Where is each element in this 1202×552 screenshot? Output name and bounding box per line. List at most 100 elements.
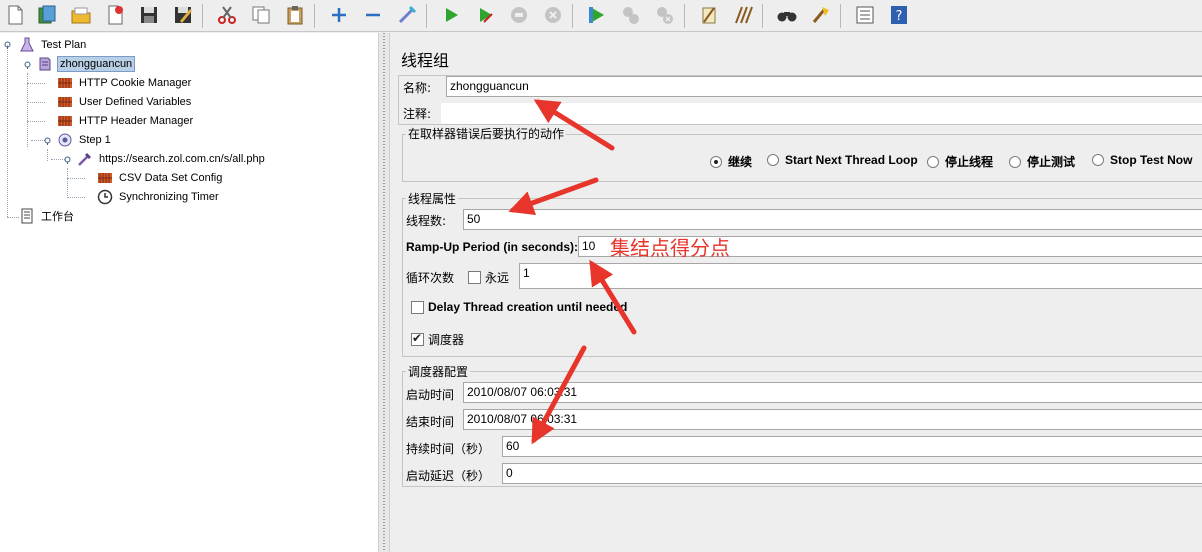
threads-field[interactable]: 50 [463, 209, 1202, 230]
paste-icon[interactable] [282, 2, 308, 28]
collapse-icon[interactable] [360, 2, 386, 28]
tree-node-label: zhongguancun [57, 56, 136, 72]
radio-continue[interactable]: 继续 [710, 153, 752, 170]
remote-stop-icon[interactable] [618, 2, 644, 28]
radio-button[interactable] [1092, 154, 1104, 166]
remote-start-icon[interactable] [584, 2, 610, 28]
comment-label: 注释: [403, 107, 432, 121]
tree-node-step[interactable]: Step 1 [57, 131, 113, 149]
tree-node-label: Synchronizing Timer [119, 191, 219, 203]
new-file-icon[interactable] [2, 2, 28, 28]
copy-icon[interactable] [248, 2, 274, 28]
checkbox-box[interactable] [411, 300, 424, 314]
thread-props-title: 线程属性 [406, 190, 459, 207]
checkbox-box[interactable] [411, 331, 424, 346]
shutdown-icon[interactable] [540, 2, 566, 28]
save-icon[interactable] [136, 2, 162, 28]
tree-node-test-plan[interactable]: Test Plan [19, 36, 88, 54]
open-icon[interactable] [68, 2, 94, 28]
svg-text:?: ? [896, 9, 903, 24]
start-time-field[interactable]: 2010/08/07 06:03:31 [463, 382, 1202, 403]
radio-label: 停止测试 [1027, 155, 1076, 169]
radio-label: 继续 [728, 155, 753, 169]
checkbox-box[interactable] [468, 271, 481, 284]
toggle-icon[interactable] [394, 2, 420, 28]
workbench-icon [21, 208, 33, 224]
tree-node-timer[interactable]: Synchronizing Timer [97, 188, 221, 206]
tree-node-cookie-manager[interactable]: HTTP Cookie Manager [57, 74, 193, 92]
tree-node-header-manager[interactable]: HTTP Header Manager [57, 112, 195, 130]
loop-count-field[interactable]: 1 [519, 263, 1202, 289]
tree-node-label: HTTP Cookie Manager [79, 77, 192, 89]
tree-node-label: 工作台 [41, 211, 74, 223]
tree-node-label: User Defined Variables [79, 96, 192, 108]
expand-handle[interactable] [23, 60, 32, 69]
forever-label: 永远 [485, 271, 510, 285]
radio-stop-thread[interactable]: 停止线程 [927, 153, 993, 170]
panel-title: 线程组 [401, 51, 450, 70]
cut-icon[interactable] [214, 2, 240, 28]
radio-button[interactable] [1009, 155, 1021, 168]
help-icon[interactable]: ? [886, 2, 912, 28]
radio-start-next-loop[interactable]: Start Next Thread Loop [767, 153, 918, 167]
thread-group-icon [39, 57, 51, 71]
delay-thread-checkbox[interactable]: Delay Thread creation until needed [411, 300, 627, 314]
tree-node-label: Test Plan [41, 39, 87, 51]
close-file-icon[interactable] [102, 2, 128, 28]
end-time-field[interactable]: 2010/08/07 06:03:31 [463, 409, 1202, 430]
scheduler-title: 调度器配置 [406, 363, 471, 380]
radio-button[interactable] [710, 155, 722, 168]
start-time-label: 启动时间 [406, 388, 455, 402]
radio-stop-test-now[interactable]: Stop Test Now [1092, 153, 1192, 167]
error-action-title: 在取样器错误后要执行的动作 [406, 125, 567, 142]
rampup-label: Ramp-Up Period (in seconds): [406, 240, 579, 254]
radio-label: Stop Test Now [1110, 153, 1193, 167]
remote-shutdown-icon[interactable] [652, 2, 678, 28]
tree-node-user-vars[interactable]: User Defined Variables [57, 93, 193, 111]
config-element-icon [58, 78, 72, 88]
flask-icon [20, 37, 34, 52]
search-icon[interactable] [774, 2, 800, 28]
tree-node-thread-group[interactable]: zhongguancun [37, 55, 136, 73]
tree-node-workbench[interactable]: 工作台 [19, 207, 76, 225]
radio-label: Start Next Thread Loop [785, 153, 918, 167]
name-field[interactable]: zhongguancun [446, 76, 1202, 97]
scheduler-label: 调度器 [428, 333, 465, 347]
controller-icon [58, 133, 72, 147]
toolbar: ? [0, 0, 1202, 32]
expand-handle[interactable] [63, 155, 72, 164]
clear-icon[interactable] [696, 2, 722, 28]
comment-field[interactable] [441, 103, 1202, 124]
tree-node-label: HTTP Header Manager [79, 115, 194, 127]
panel-splitter[interactable] [378, 33, 390, 552]
save-as-icon[interactable] [170, 2, 196, 28]
scheduler-checkbox[interactable]: 调度器 [411, 331, 464, 348]
expand-handle[interactable] [43, 136, 52, 145]
radio-button[interactable] [927, 155, 939, 168]
duration-label: 持续时间（秒） [406, 442, 491, 456]
tree-node-sampler[interactable]: https://search.zol.com.cn/s/all.php [77, 150, 267, 168]
tree-node-label: Step 1 [79, 134, 111, 146]
expand-icon[interactable] [326, 2, 352, 28]
function-helper-icon[interactable] [852, 2, 878, 28]
test-plan-tree: Test Plan zhongguancun HTTP Cookie Manag… [0, 33, 378, 552]
startup-delay-field[interactable]: 0 [502, 463, 1202, 484]
tree-node-csv[interactable]: CSV Data Set Config [97, 169, 224, 187]
tree-node-label: https://search.zol.com.cn/s/all.php [99, 153, 265, 165]
start-icon[interactable] [438, 2, 464, 28]
expand-handle[interactable] [3, 40, 12, 49]
tree-node-label: CSV Data Set Config [119, 172, 223, 184]
loop-label: 循环次数 [406, 271, 455, 285]
start-no-pauses-icon[interactable] [472, 2, 498, 28]
radio-stop-test[interactable]: 停止测试 [1009, 153, 1075, 170]
duration-field[interactable]: 60 [502, 436, 1202, 457]
delay-thread-label: Delay Thread creation until needed [428, 300, 628, 314]
stop-icon[interactable] [506, 2, 532, 28]
threads-label: 线程数: [406, 214, 447, 228]
templates-icon[interactable] [34, 2, 60, 28]
reset-search-icon[interactable] [808, 2, 834, 28]
clear-all-icon[interactable] [730, 2, 756, 28]
forever-checkbox[interactable]: 永远 [468, 269, 509, 286]
radio-button[interactable] [767, 154, 779, 166]
config-element-icon [98, 173, 112, 183]
